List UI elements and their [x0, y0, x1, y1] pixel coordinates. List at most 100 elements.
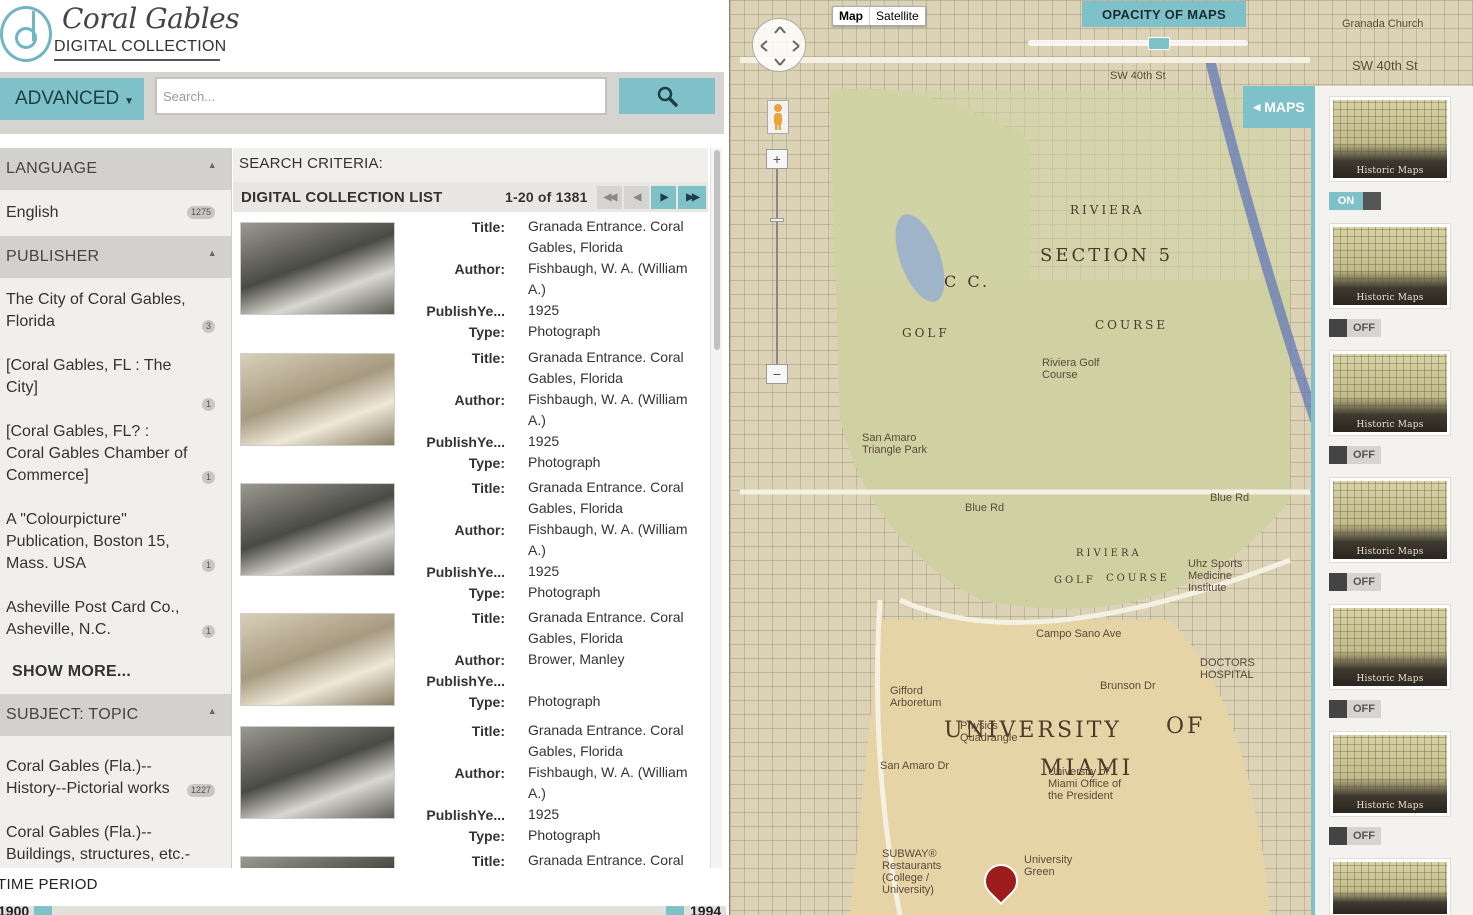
facet-item-publisher[interactable]: [Coral Gables, FL? : Coral Gables Chambe…	[0, 421, 231, 487]
facet-item-publisher[interactable]: The City of Coral Gables, Florida 3	[0, 289, 231, 333]
record-thumbnail[interactable]	[240, 726, 395, 819]
map-layer-toggle[interactable]: OFF	[1329, 827, 1381, 845]
facet-item-subject[interactable]: Coral Gables (Fla.)--History--Pictorial …	[0, 756, 231, 800]
facet-item-label: Coral Gables (Fla.)--Buildings, structur…	[6, 824, 191, 863]
show-more-link[interactable]: SHOW MORE...	[0, 663, 231, 681]
opacity-slider-track[interactable]	[1028, 40, 1248, 46]
facet-header-subject[interactable]: SUBJECT: TOPIC ▲	[0, 694, 231, 736]
scrollbar-thumb[interactable]	[714, 150, 720, 350]
field-label: Author:	[454, 652, 505, 668]
logo-script-text: Coral Gables	[62, 2, 240, 35]
opacity-slider-handle[interactable]	[1148, 37, 1170, 50]
field-label: Author:	[454, 522, 505, 538]
facet-item-subject[interactable]: Coral Gables (Fla.)--Buildings, structur…	[0, 822, 231, 868]
collapse-up-icon[interactable]: ▲	[208, 160, 217, 170]
map-layer-toggle[interactable]: OFF	[1329, 446, 1381, 464]
record-title[interactable]: Granada Entrance. Coral Gables, Florida	[528, 216, 703, 258]
facet-item-publisher[interactable]: A "Colourpicture" Publication, Boston 15…	[0, 509, 231, 575]
zoom-in-button[interactable]: +	[766, 149, 788, 169]
map-layer-toggle[interactable]: ON	[1329, 192, 1381, 210]
record-title[interactable]: Granada Entrance. Coral Gables, Florida	[528, 720, 703, 762]
count-badge: 1	[201, 559, 215, 572]
map-label-street: San Amaro Dr	[880, 760, 950, 772]
map-label-area: GOLF	[1054, 575, 1096, 586]
next-page-icon[interactable]: ▶	[651, 186, 676, 209]
toggle-handle	[1363, 192, 1381, 210]
historic-map-card[interactable]: Historic Maps	[1329, 477, 1451, 563]
historic-map-card[interactable]: Historic Maps	[1329, 96, 1451, 182]
record-thumbnail[interactable]	[240, 353, 395, 446]
collapse-up-icon[interactable]: ▲	[208, 248, 217, 258]
collapse-up-icon[interactable]: ▲	[208, 706, 217, 716]
record-thumbnail[interactable]	[240, 856, 395, 868]
map-label-street: Blue Rd	[1210, 492, 1250, 504]
record-thumbnail[interactable]	[240, 222, 395, 315]
facet-item-english[interactable]: English 1275	[0, 202, 231, 224]
map-layer-toggle[interactable]: OFF	[1329, 573, 1381, 591]
toggle-label: OFF	[1347, 827, 1381, 845]
zoom-slider-handle[interactable]	[770, 218, 784, 222]
facet-item-publisher[interactable]: Asheville Post Card Co., Asheville, N.C.…	[0, 597, 231, 641]
map-layer-toggle[interactable]: OFF	[1329, 700, 1381, 718]
first-page-icon[interactable]: ◀◀	[597, 186, 622, 209]
historic-map-caption: Historic Maps	[1356, 293, 1424, 303]
list-title: DIGITAL COLLECTION LIST	[241, 189, 443, 206]
toggle-label: OFF	[1347, 446, 1381, 464]
record-year: 1925	[528, 302, 560, 318]
facet-item-label: Coral Gables (Fla.)--History--Pictorial …	[6, 758, 170, 797]
site-logo[interactable]: Coral Gables DIGITAL COLLECTION	[0, 0, 240, 68]
historic-map-card[interactable]: Historic Maps	[1329, 604, 1451, 690]
zoom-slider-track[interactable]	[776, 168, 778, 364]
map-type-control: Map Satellite	[832, 6, 926, 26]
map-type-map[interactable]: Map	[833, 7, 870, 25]
facet-item-label: Asheville Post Card Co., Asheville, N.C.	[6, 599, 180, 638]
facet-item-label: A "Colourpicture" Publication, Boston 15…	[6, 511, 170, 572]
map-label-area: RIVIERA	[1076, 548, 1142, 559]
search-criteria: SEARCH CRITERIA:	[233, 148, 708, 182]
map-label-area: OF	[1166, 714, 1206, 739]
caret-down-icon: ▼	[124, 95, 135, 107]
record-title[interactable]: Granada Entrance. Coral	[528, 850, 703, 868]
record-title[interactable]: Granada Entrance. Coral Gables, Florida	[528, 607, 703, 649]
field-label: Title:	[471, 350, 505, 366]
maps-panel-toggle[interactable]: ◀ MAPS	[1243, 86, 1315, 128]
map-layer-toggle[interactable]: OFF	[1329, 319, 1381, 337]
street-view-pegman-icon[interactable]	[767, 100, 789, 134]
pan-control[interactable]	[752, 18, 806, 72]
toggle-handle	[1329, 573, 1347, 591]
field-label: Type:	[468, 694, 505, 710]
map-type-satellite[interactable]: Satellite	[870, 7, 925, 25]
record-thumbnail[interactable]	[240, 483, 395, 576]
search-button[interactable]	[619, 78, 715, 114]
advanced-search-button[interactable]: ADVANCED ▼	[0, 78, 144, 120]
time-slider-end-handle[interactable]	[666, 906, 684, 915]
facet-title: SUBJECT: TOPIC	[6, 706, 139, 723]
historic-map-card[interactable]: Historic Maps	[1329, 350, 1451, 436]
record-year: 1925	[528, 433, 560, 449]
field-label: Author:	[454, 261, 505, 277]
advanced-label: ADVANCED	[15, 88, 120, 109]
record-thumbnail[interactable]	[240, 613, 395, 706]
historic-map-card[interactable]: Historic Maps	[1329, 731, 1451, 817]
time-slider-start-handle[interactable]	[34, 906, 52, 915]
zoom-out-button[interactable]: −	[766, 364, 788, 384]
facet-header-language[interactable]: LANGUAGE ▲	[0, 148, 231, 190]
record-title[interactable]: Granada Entrance. Coral Gables, Florida	[528, 477, 703, 519]
map-label-poi: DOCTORS HOSPITAL	[1200, 657, 1255, 681]
facet-title: PUBLISHER	[6, 248, 100, 265]
time-slider-track[interactable]	[0, 906, 726, 915]
prev-page-icon[interactable]: ◀	[624, 186, 649, 209]
historic-map-view[interactable]: SW 40th St SW 40th St Granada Church RIV…	[729, 0, 1473, 915]
historic-map-caption: Historic Maps	[1356, 674, 1424, 684]
map-label-poi: Gifford Arboretum	[890, 685, 942, 709]
last-page-icon[interactable]: ▶▶	[678, 186, 706, 209]
historic-map-caption: Historic Maps	[1356, 547, 1424, 557]
search-input[interactable]	[155, 77, 607, 115]
record-title[interactable]: Granada Entrance. Coral Gables, Florida	[528, 347, 703, 389]
facet-header-publisher[interactable]: PUBLISHER ▲	[0, 236, 231, 278]
results-scrollbar[interactable]	[710, 148, 722, 868]
logo-mark	[0, 6, 52, 62]
historic-map-card[interactable]	[1329, 858, 1451, 915]
facet-item-publisher[interactable]: [Coral Gables, FL : The City] 1	[0, 355, 231, 411]
historic-map-card[interactable]: Historic Maps	[1329, 223, 1451, 309]
